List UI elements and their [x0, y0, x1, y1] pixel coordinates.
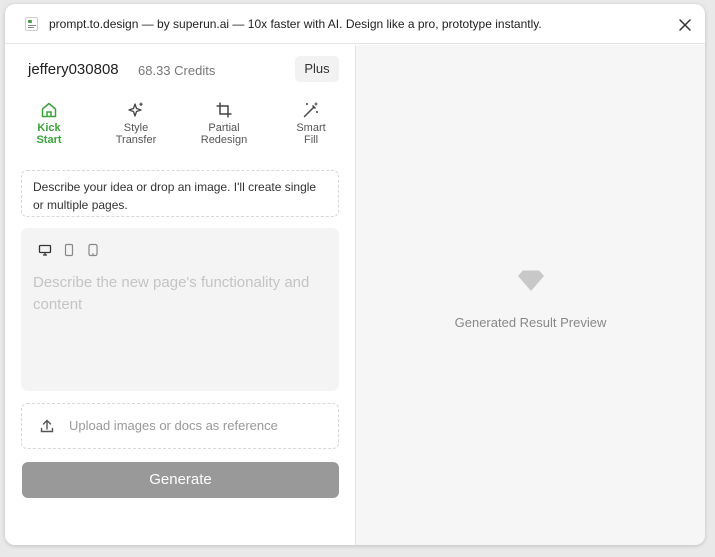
mode-label: Smart Fill: [296, 122, 326, 146]
close-button[interactable]: [675, 15, 695, 35]
preview-placeholder-text: Generated Result Preview: [454, 315, 607, 330]
device-tablet-button[interactable]: [62, 243, 76, 257]
window-title: prompt.to.design — by superun.ai — 10x f…: [49, 17, 542, 31]
mode-partial-redesign[interactable]: Partial Redesign: [189, 101, 259, 146]
close-icon: [679, 19, 691, 31]
idea-hint-text: Describe your idea or drop an image. I'l…: [33, 180, 317, 212]
mode-label: Partial Redesign: [200, 122, 248, 146]
mode-smart-fill[interactable]: Smart Fill: [276, 101, 346, 146]
mode-kick-start[interactable]: Kick Start: [14, 101, 84, 146]
mode-label: Kick Start: [36, 122, 62, 146]
mode-selector: Kick Start Style Transfer Partial Redesign: [5, 101, 356, 151]
preview-panel: Generated Result Preview: [356, 45, 705, 545]
mobile-icon: [88, 243, 98, 257]
app-logo: [25, 17, 38, 31]
title-bar: prompt.to.design — by superun.ai — 10x f…: [5, 4, 705, 44]
prompt-area: [21, 228, 339, 391]
device-mobile-button[interactable]: [86, 243, 100, 257]
device-desktop-button[interactable]: [38, 243, 52, 257]
generate-button[interactable]: Generate: [22, 462, 339, 498]
upload-reference-button[interactable]: Upload images or docs as reference: [21, 403, 339, 449]
sparkles-icon: [128, 102, 143, 117]
home-icon: [41, 102, 57, 118]
username: jeffery030808: [28, 61, 119, 78]
tablet-icon: [64, 243, 74, 257]
prompt-input[interactable]: [21, 272, 339, 382]
mode-style-transfer[interactable]: Style Transfer: [101, 101, 171, 146]
upload-icon: [40, 419, 54, 433]
mode-label: Style Transfer: [115, 122, 157, 146]
desktop-icon: [38, 244, 52, 256]
control-panel: jeffery030808 68.33 Credits Plus Kick Sta…: [5, 45, 356, 545]
crop-icon: [216, 102, 232, 118]
plan-badge[interactable]: Plus: [295, 56, 339, 82]
diamond-icon: [518, 270, 544, 291]
upload-label: Upload images or docs as reference: [69, 418, 278, 433]
magic-wand-icon: [303, 102, 318, 118]
idea-drop-zone[interactable]: Describe your idea or drop an image. I'l…: [21, 170, 339, 217]
app-window: prompt.to.design — by superun.ai — 10x f…: [5, 4, 705, 545]
credits-balance: 68.33 Credits: [138, 63, 216, 78]
